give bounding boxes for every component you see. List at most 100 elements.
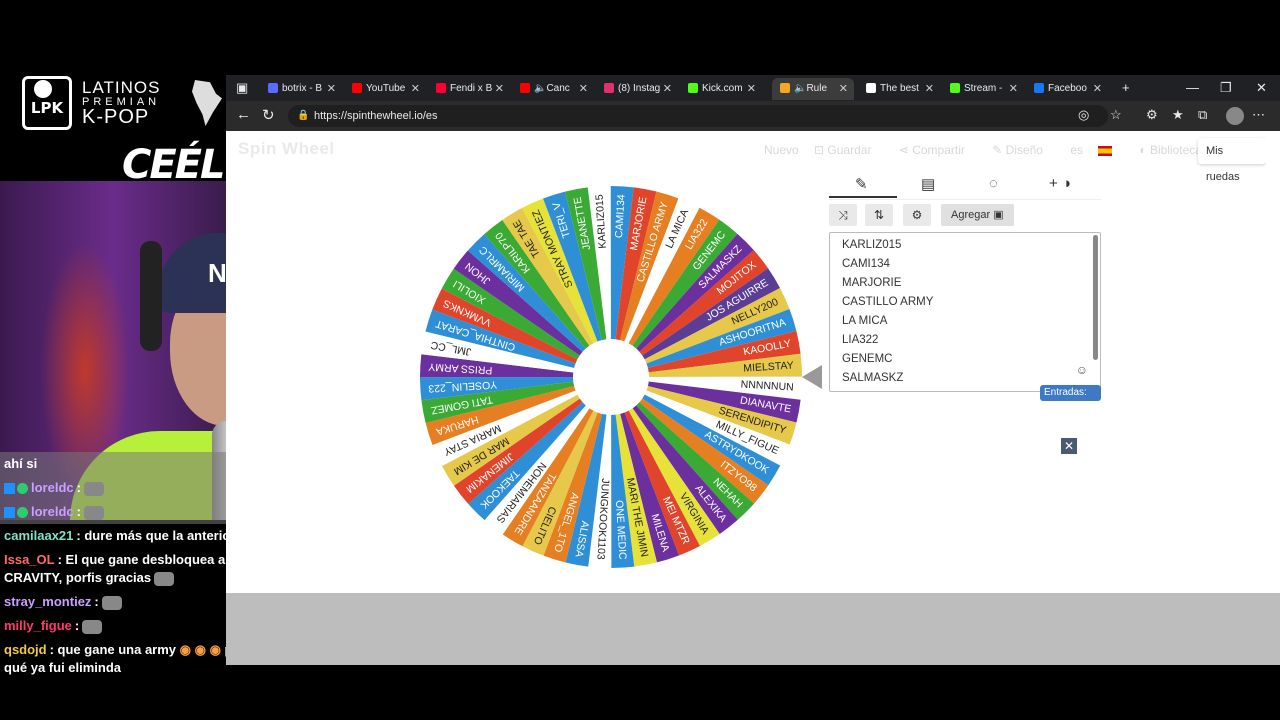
close-tab-icon[interactable]: ✕ — [1093, 78, 1102, 100]
nav-nuevo[interactable]: Nuevo — [764, 143, 799, 157]
entries-textarea[interactable]: KARLIZ015 CAMI134 MARJORIE CASTILLO ARMY… — [829, 232, 1101, 392]
close-tab-icon[interactable]: ✕ — [663, 78, 672, 100]
emoji-icon[interactable]: ☺ — [1076, 363, 1088, 377]
edit-pencil-icon[interactable]: ✎ — [855, 175, 868, 193]
close-tab-icon[interactable]: ✕ — [495, 78, 504, 100]
tab-9[interactable]: Faceboo ✕ — [1026, 78, 1108, 100]
tab-label: (8) Instag — [618, 83, 661, 94]
settings-gear-icon[interactable]: ⚙ — [903, 204, 931, 226]
nav-diseno[interactable]: ✎ Diseño — [992, 143, 1055, 157]
tab-1[interactable]: YouTube ✕ — [344, 78, 426, 100]
my-wheels-button[interactable]: Mis ruedas — [1198, 138, 1266, 183]
entries-count-badge: Entradas: 52 — [1040, 385, 1101, 414]
chat-username: Issa_OL — [4, 552, 55, 567]
reader-icon[interactable]: ◎ — [1078, 107, 1089, 123]
spinwheel-page: Spin Wheel Nuevo ⊡ Guardar ⋖ Compartir ✎… — [226, 131, 1266, 593]
badge-icon — [4, 507, 15, 519]
url-field[interactable]: 🔒 https://spinthewheel.io/es — [288, 105, 1108, 127]
tab-favicon-icon — [780, 83, 790, 94]
minimize-icon[interactable]: — — [1186, 77, 1199, 99]
wheel-center[interactable] — [573, 339, 649, 415]
favorites-icon[interactable]: ★ — [1172, 107, 1184, 123]
tab-0[interactable]: botrix - B ✕ — [260, 78, 342, 100]
ad-area — [226, 593, 1280, 665]
entry-line: CASTILLO ARMY — [842, 296, 934, 308]
close-ad-icon[interactable]: ✕ — [1061, 438, 1077, 454]
chat-text: : que gane una army — [49, 642, 177, 657]
chat-text: : dure más que la anterior — [76, 528, 236, 543]
tab-3[interactable]: 🔈Canc ✕ — [512, 78, 594, 100]
sort-icon[interactable]: ⇅ — [865, 204, 893, 226]
tab-6-active[interactable]: 🔈Rule ✕ — [772, 78, 854, 100]
emote-icon — [83, 481, 104, 496]
add-wheel-icon[interactable]: + ◑ — [1049, 175, 1071, 192]
spin-wheel[interactable]: KARLIZ015 CAMI134 MARJORIECASTILLO ARMYLA … — [418, 184, 804, 570]
profile-avatar[interactable] — [1226, 107, 1244, 125]
nav-guardar[interactable]: ⊡ Guardar — [814, 143, 883, 157]
url-text: https://spinthewheel.io/es — [314, 110, 438, 122]
tab-label: The best — [880, 83, 919, 94]
spain-flag-icon — [1098, 145, 1112, 156]
panel-tools: ⤨ ⇅ ⚙ Agregar ▣ — [829, 202, 1101, 228]
channel-brand: LPK LATINOS PREMIAN K-POP — [20, 76, 230, 132]
badge-icon — [17, 507, 28, 519]
close-tab-icon[interactable]: ✕ — [747, 78, 756, 100]
tab-5[interactable]: Kick.com ✕ — [680, 78, 762, 100]
add-image-button[interactable]: Agregar ▣ — [941, 204, 1014, 226]
tab-2[interactable]: Fendi x B ✕ — [428, 78, 510, 100]
close-tab-icon[interactable]: ✕ — [579, 78, 588, 100]
entries-scrollbar[interactable] — [1093, 235, 1098, 360]
tab-favicon-icon — [520, 83, 530, 94]
close-tab-icon[interactable]: ✕ — [839, 78, 848, 100]
chat-text: : — [76, 480, 81, 495]
tab-favicon-icon — [268, 83, 278, 94]
menu-icon[interactable]: ⋯ — [1252, 107, 1265, 123]
tab-4[interactable]: (8) Instag ✕ — [596, 78, 678, 100]
close-window-icon[interactable]: ✕ — [1256, 77, 1267, 99]
tab-label: Faceboo — [1048, 83, 1087, 94]
entry-line: CAMI134 — [842, 258, 890, 270]
close-tab-icon[interactable]: ✕ — [925, 78, 934, 100]
headphone-left — [140, 241, 162, 351]
nav-language[interactable]: es — [1070, 143, 1124, 157]
collections-icon[interactable]: ⧉ — [1198, 107, 1207, 123]
nav-compartir[interactable]: ⋖ Compartir — [899, 143, 977, 157]
close-tab-icon[interactable]: ✕ — [1009, 78, 1018, 100]
tab-label: Rule — [806, 83, 828, 94]
back-icon[interactable]: ← — [236, 106, 251, 123]
new-tab-icon[interactable]: + — [1122, 77, 1130, 99]
entry-line: SALMASKZ — [842, 372, 904, 384]
entry-line: LA MICA — [842, 315, 888, 327]
chat-username: stray_montiez — [4, 594, 92, 609]
nav-compartir-label: Compartir — [912, 143, 965, 157]
tab-bar: ▣ botrix - B ✕ YouTube ✕ Fendi x B ✕ 🔈Canc ✕… — [226, 75, 1280, 101]
close-tab-icon[interactable]: ✕ — [327, 78, 336, 100]
close-tab-icon[interactable]: ✕ — [411, 78, 420, 100]
favorite-star-icon[interactable]: ☆ — [1110, 107, 1122, 123]
browser-window: ▣ botrix - B ✕ YouTube ✕ Fendi x B ✕ 🔈Canc ✕… — [226, 75, 1280, 665]
site-logo[interactable]: Spin Wheel — [238, 139, 335, 159]
nav-language-label: es — [1070, 143, 1083, 157]
extensions-icon[interactable]: ⚙ — [1146, 107, 1158, 123]
wheel-container: KARLIZ015 CAMI134 MARJORIE CASTILLO ARMY LA … — [418, 184, 804, 575]
badge-icon — [17, 483, 28, 495]
tab-actions-icon[interactable]: ▣ — [236, 77, 248, 99]
shuffle-icon[interactable]: ⤨ — [829, 204, 857, 226]
hidden-eye-icon[interactable]: ◌ — [989, 175, 998, 192]
latin-america-map-icon — [192, 80, 222, 126]
tab-7[interactable]: The best ✕ — [858, 78, 940, 100]
chat-text: : — [74, 618, 80, 633]
badge-icon — [4, 483, 15, 495]
emote-icon: ◉ ◉ ◉ — [179, 642, 221, 657]
emote-icon — [154, 571, 175, 586]
tab-8[interactable]: Stream - ✕ — [942, 78, 1024, 100]
entry-line: MARJORIE — [842, 277, 902, 289]
results-list-icon[interactable]: ▤ — [921, 175, 935, 193]
tab-favicon-icon — [950, 83, 960, 94]
restore-icon[interactable]: ❐ — [1220, 77, 1232, 99]
image-icon: ▣ — [993, 209, 1004, 221]
chat-username: camilaax21 — [4, 528, 74, 543]
reload-icon[interactable]: ↻ — [262, 106, 275, 124]
chat-username: loreldc — [31, 480, 74, 495]
chat-username: qsdojd — [4, 642, 47, 657]
